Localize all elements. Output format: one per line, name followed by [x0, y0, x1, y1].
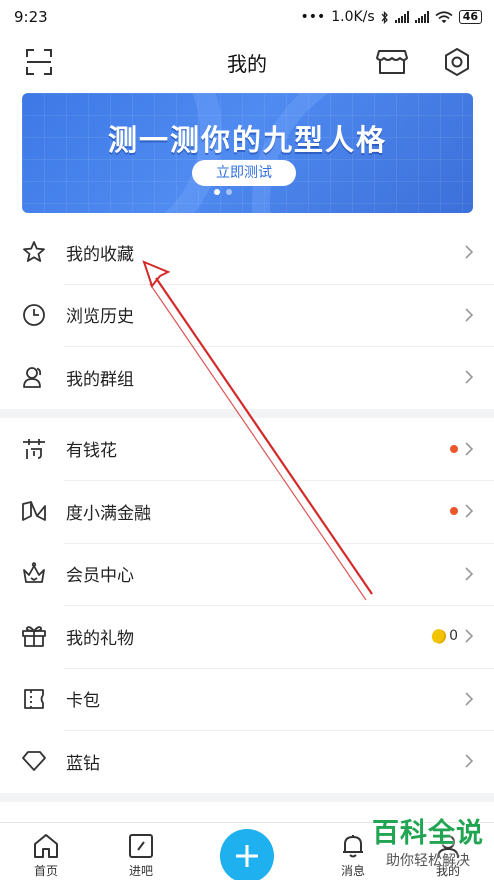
chevron-right-icon [465, 442, 474, 456]
bell-icon [343, 835, 363, 858]
crown-icon [21, 561, 47, 587]
status-bar: 9:23 ••• 1.0K/s 46 [0, 0, 494, 34]
menu-item-youqianhua[interactable]: 有钱花 [0, 418, 494, 481]
settings-icon[interactable] [441, 46, 473, 78]
chevron-right-icon [465, 629, 474, 643]
menu-item-label: 度小满金融 [66, 503, 151, 524]
menu-item-label: 会员中心 [66, 566, 134, 587]
status-dots: ••• [300, 9, 326, 25]
finance-icon [21, 498, 47, 524]
post-button[interactable] [220, 829, 274, 880]
menu-group-personal: 我的收藏 浏览历史 我的群组 [0, 221, 494, 409]
notification-dot [450, 444, 458, 453]
coin-balance: 0 [430, 627, 458, 645]
menu-item-duxiaoman[interactable]: 度小满金融 [0, 480, 494, 543]
profile-page: 9:23 ••• 1.0K/s 46 我的 测一测你的九型人格 立即测试 我的收… [0, 0, 494, 880]
gift-icon [21, 623, 47, 649]
promo-banner[interactable]: 测一测你的九型人格 立即测试 [22, 93, 473, 213]
coin-icon [430, 627, 447, 645]
menu-item-label: 蓝钻 [66, 753, 100, 774]
watermark-subtitle: 助你轻松解决 [386, 853, 470, 869]
home-icon [34, 834, 58, 858]
page-header: 我的 [0, 34, 494, 90]
menu-item-card-wallet[interactable]: 卡包 [0, 667, 494, 731]
wifi-icon [435, 10, 453, 23]
enter-bar-icon [129, 834, 153, 858]
battery-icon: 46 [458, 10, 482, 24]
store-icon[interactable] [376, 46, 408, 78]
banner-pagination [214, 189, 232, 195]
chevron-right-icon [465, 504, 474, 518]
card-icon [21, 686, 47, 712]
chevron-right-icon [465, 754, 474, 768]
menu-item-label: 有钱花 [66, 441, 117, 462]
diamond-icon [21, 748, 47, 774]
plus-icon [236, 845, 258, 867]
chevron-right-icon [465, 692, 474, 706]
menu-item-favorites[interactable]: 我的收藏 [0, 221, 494, 284]
banner-title: 测一测你的九型人格 [107, 123, 387, 157]
status-time: 9:23 [14, 8, 48, 26]
menu-item-label: 我的群组 [66, 369, 134, 390]
group-icon [21, 364, 47, 390]
chevron-right-icon [465, 567, 474, 581]
signal-icon [394, 11, 409, 23]
menu-item-blue-diamond[interactable]: 蓝钻 [0, 730, 494, 793]
network-speed: 1.0K/s [331, 9, 375, 25]
tab-home[interactable]: 首页 [26, 833, 66, 879]
menu-item-membership[interactable]: 会员中心 [0, 542, 494, 606]
watermark-title: 百科全说 [372, 818, 484, 849]
tab-enter-bar[interactable]: 进吧 [121, 833, 161, 879]
page-title: 我的 [227, 51, 267, 76]
menu-item-label: 我的礼物 [66, 628, 134, 649]
banner-test-button[interactable]: 立即测试 [192, 160, 296, 186]
signal-icon [414, 11, 429, 23]
menu-item-label: 我的收藏 [66, 244, 134, 265]
menu-item-groups[interactable]: 我的群组 [0, 346, 494, 409]
money-flower-icon [21, 436, 47, 462]
clock-icon [21, 302, 47, 328]
notification-dot [450, 507, 458, 516]
menu-item-label: 浏览历史 [66, 307, 134, 328]
bluetooth-icon [381, 10, 388, 24]
star-icon [21, 239, 47, 265]
tab-messages[interactable]: 消息 [333, 833, 373, 879]
menu-item-history[interactable]: 浏览历史 [0, 283, 494, 347]
chevron-right-icon [465, 245, 474, 259]
menu-item-label: 卡包 [66, 691, 100, 712]
chevron-right-icon [465, 308, 474, 322]
watermark: 百科全说 助你轻松解决 [372, 811, 484, 870]
scan-icon[interactable] [23, 46, 55, 78]
menu-group-services: 有钱花 度小满金融 会员中心 我的礼物 0 卡包 蓝钻 [0, 417, 494, 793]
chevron-right-icon [465, 370, 474, 384]
menu-item-gifts[interactable]: 我的礼物 0 [0, 605, 494, 668]
